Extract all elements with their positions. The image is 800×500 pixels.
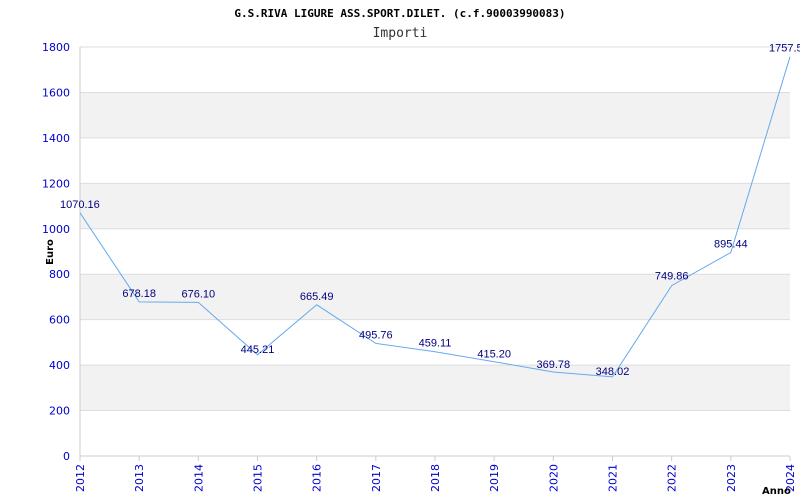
grid-band [80,183,790,229]
x-axis-label: Anno [762,486,791,497]
x-tick-label: 2023 [725,464,738,492]
x-tick-label: 2013 [133,464,146,492]
data-label: 415.20 [477,349,511,361]
x-tick-label: 2018 [429,464,442,492]
x-tick-label: 2022 [666,464,679,492]
line-chart: 020040060080010001200140016001800 2012 20… [42,7,800,497]
x-tick-label: 2012 [74,464,87,492]
data-label: 495.76 [359,329,393,341]
data-label: 678.18 [122,288,156,300]
data-label: 445.21 [241,344,275,356]
x-tick-label: 2020 [547,464,560,492]
data-label: 1757.5 [769,43,800,55]
grid-bands [80,92,790,411]
data-label: 348.02 [596,366,630,378]
y-tick-label: 0 [63,450,70,463]
y-axis-label: Euro [45,239,56,265]
data-label: 1070.16 [60,199,100,211]
x-tick-labels: 2012 2013 2014 2015 2016 2017 2018 2019 2020 2021… [74,456,797,492]
grid-band [80,365,790,411]
y-tick-label: 600 [49,314,70,327]
x-tick-label: 2015 [252,464,265,492]
data-label: 369.78 [537,359,571,371]
grid-band [80,92,790,138]
data-label: 749.86 [655,271,689,283]
y-tick-label: 400 [49,359,70,372]
x-tick-label: 2014 [192,464,205,492]
y-tick-label: 1400 [42,132,70,145]
y-tick-label: 200 [49,405,70,418]
data-label: 459.11 [419,338,452,350]
y-tick-label: 1000 [42,223,70,236]
chart-title: G.S.RIVA LIGURE ASS.SPORT.DILET. (c.f.90… [234,7,565,20]
x-tick-label: 2016 [311,464,324,492]
chart-subtitle: Importi [373,26,428,41]
y-tick-label: 1200 [42,177,70,190]
x-tick-label: 2021 [607,464,620,492]
data-label: 676.10 [182,288,216,300]
x-tick-label: 2019 [488,464,501,492]
y-tick-label: 1800 [42,41,70,54]
y-tick-label: 1600 [42,86,70,99]
data-label: 895.44 [714,239,748,251]
y-tick-label: 800 [49,268,70,281]
x-tick-label: 2017 [370,464,383,492]
data-label: 665.49 [300,291,334,303]
